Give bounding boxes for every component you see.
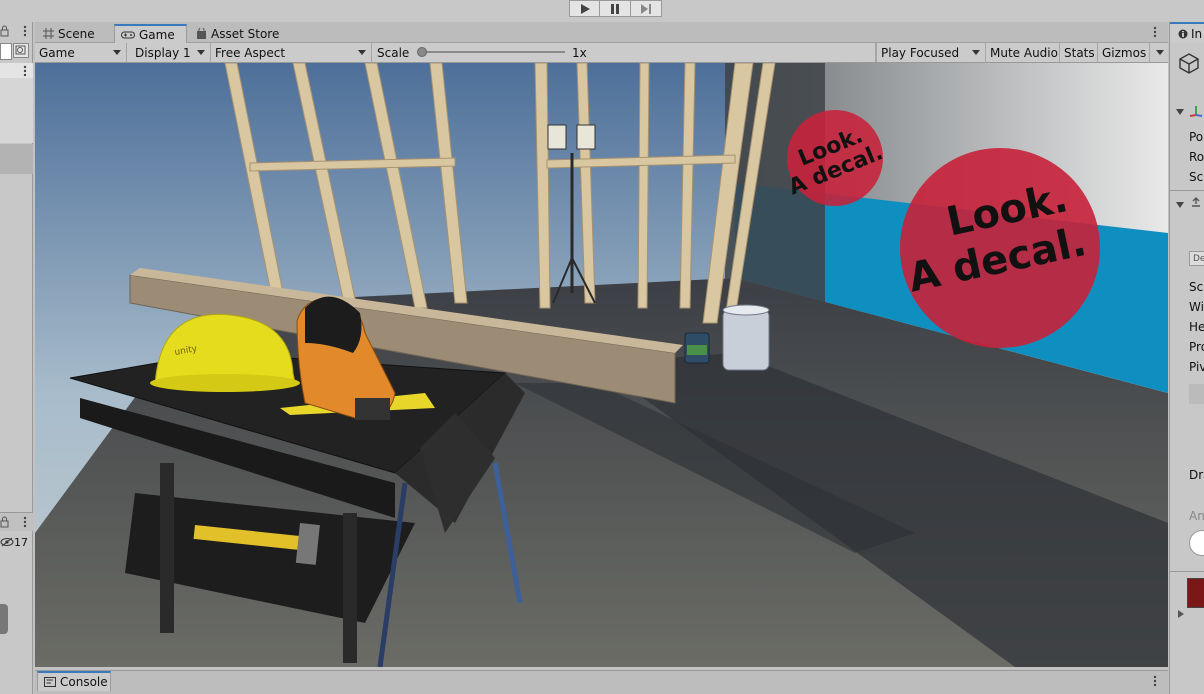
mute-audio-label: Mute Audio bbox=[990, 45, 1058, 60]
inspector-title: In bbox=[1191, 26, 1203, 41]
position-label: Po bbox=[1189, 130, 1204, 144]
console-icon bbox=[44, 677, 56, 687]
play-icon bbox=[580, 3, 590, 14]
play-focused-label: Play Focused bbox=[881, 45, 960, 60]
slider-handle[interactable] bbox=[0, 604, 8, 634]
edit-button-label: De bbox=[1193, 254, 1204, 264]
display-dropdown[interactable]: Display 1 bbox=[131, 43, 211, 62]
tab-game[interactable]: Game bbox=[114, 24, 187, 43]
tab-inspector[interactable]: In bbox=[1170, 22, 1204, 43]
search-field[interactable] bbox=[0, 43, 12, 60]
scale-slider-thumb[interactable] bbox=[417, 47, 427, 57]
gamepad-icon bbox=[121, 31, 135, 38]
scaling-mode-label: Sc bbox=[1189, 280, 1204, 294]
stats-toggle[interactable]: Stats bbox=[1060, 43, 1098, 62]
pause-button[interactable] bbox=[600, 0, 631, 17]
scale-slider-track bbox=[420, 51, 565, 53]
chevron-down-icon bbox=[1156, 50, 1164, 55]
mute-audio-toggle[interactable]: Mute Audio bbox=[986, 43, 1060, 62]
more-menu-icon[interactable] bbox=[20, 65, 30, 77]
rotation-label: Ro bbox=[1189, 150, 1204, 164]
chevron-down-icon bbox=[113, 50, 121, 55]
aspect-dropdown-label: Free Aspect bbox=[215, 45, 286, 60]
scale-label: Sc bbox=[1189, 170, 1204, 184]
divider bbox=[1170, 190, 1204, 191]
scale-label-text: Scale bbox=[377, 45, 410, 60]
inspector-panel: In Po Ro Sc De Sc Wi He Pro Piv Ma Dra A… bbox=[1169, 22, 1204, 694]
aspect-dropdown[interactable]: Free Aspect bbox=[211, 43, 372, 62]
tab-scene[interactable]: Scene bbox=[37, 24, 113, 43]
eye-hidden-icon bbox=[0, 537, 14, 547]
selected-item[interactable] bbox=[0, 144, 33, 174]
scale-value: 1x bbox=[568, 43, 876, 62]
divider bbox=[1170, 571, 1204, 572]
gizmos-toggle[interactable]: Gizmos bbox=[1098, 43, 1150, 62]
main-toolbar bbox=[0, 0, 1204, 22]
tab-asset-store[interactable]: Asset Store bbox=[190, 24, 290, 43]
scale-label: Scale bbox=[373, 43, 409, 62]
game-view-dropdown-label: Game bbox=[39, 45, 75, 60]
tab-asset-store-label: Asset Store bbox=[211, 26, 280, 41]
scale-value-text: 1x bbox=[572, 45, 587, 60]
stats-label: Stats bbox=[1064, 45, 1095, 60]
chevron-right-icon[interactable] bbox=[1177, 610, 1185, 618]
hidden-count-value: 17 bbox=[14, 535, 28, 549]
pivot-label: Piv bbox=[1189, 360, 1204, 374]
chevron-down-icon[interactable] bbox=[1176, 109, 1184, 115]
projection-depth-label: Pro bbox=[1189, 340, 1204, 354]
more-menu-icon[interactable] bbox=[1150, 26, 1160, 38]
more-menu-icon[interactable] bbox=[1150, 675, 1160, 687]
decal-large: Look. A decal. bbox=[900, 148, 1100, 348]
lock-icon[interactable] bbox=[0, 516, 10, 528]
gameobject-cube-icon bbox=[1179, 53, 1199, 74]
step-icon bbox=[641, 3, 651, 14]
project-panel-header bbox=[0, 512, 33, 531]
chevron-down-icon bbox=[358, 50, 366, 55]
search-mode-button[interactable] bbox=[13, 43, 29, 58]
angle-fade-label: An bbox=[1189, 509, 1204, 523]
pause-icon bbox=[611, 3, 619, 14]
grid-icon bbox=[43, 28, 54, 39]
step-button[interactable] bbox=[631, 0, 662, 17]
more-menu-icon[interactable] bbox=[20, 25, 30, 37]
angle-fade-knob[interactable] bbox=[1189, 530, 1204, 556]
tab-console[interactable]: Console bbox=[37, 671, 111, 691]
game-view-control-bar: Game Display 1 Free Aspect Scale 1x Play… bbox=[35, 43, 1168, 63]
game-view-dropdown[interactable]: Game bbox=[35, 43, 127, 62]
play-button[interactable] bbox=[569, 0, 600, 17]
hierarchy-list bbox=[0, 78, 33, 143]
display-dropdown-label: Display 1 bbox=[135, 45, 191, 60]
bag-icon bbox=[197, 28, 206, 39]
info-icon bbox=[1178, 29, 1188, 38]
chevron-down-icon bbox=[197, 50, 205, 55]
game-render: Look. A decal. Look. A decal. unity bbox=[35, 63, 1168, 667]
chevron-down-icon[interactable] bbox=[1176, 202, 1184, 208]
hierarchy-toolbar bbox=[0, 63, 33, 78]
gizmos-dropdown[interactable] bbox=[1150, 43, 1168, 62]
selected-field[interactable] bbox=[1189, 384, 1204, 404]
transform-icon bbox=[1189, 106, 1203, 117]
width-label: Wi bbox=[1189, 300, 1204, 314]
chevron-down-icon bbox=[972, 50, 980, 55]
tab-console-label: Console bbox=[60, 675, 108, 689]
tab-scene-label: Scene bbox=[58, 26, 95, 41]
more-menu-icon[interactable] bbox=[20, 516, 30, 528]
console-panel-header: Console bbox=[35, 670, 1168, 694]
tab-game-label: Game bbox=[139, 27, 175, 42]
gizmos-label: Gizmos bbox=[1102, 45, 1147, 60]
decal-projector-icon bbox=[1192, 197, 1200, 207]
lock-icon[interactable] bbox=[0, 25, 10, 37]
play-controls bbox=[569, 0, 662, 17]
hidden-count[interactable]: 17 bbox=[0, 534, 33, 550]
search-icon bbox=[15, 45, 26, 55]
height-label: He bbox=[1189, 320, 1204, 334]
material-preview-thumbnail[interactable] bbox=[1187, 578, 1204, 608]
scale-slider[interactable] bbox=[417, 47, 565, 57]
game-viewport[interactable]: Look. A decal. Look. A decal. unity bbox=[35, 63, 1168, 667]
draw-distance-label: Dra bbox=[1189, 468, 1204, 482]
edit-button[interactable]: De bbox=[1189, 251, 1204, 266]
view-tab-bar: Scene Game Asset Store bbox=[35, 22, 1168, 43]
play-focused-dropdown[interactable]: Play Focused bbox=[876, 43, 986, 62]
hierarchy-panel: 17 bbox=[0, 22, 33, 694]
